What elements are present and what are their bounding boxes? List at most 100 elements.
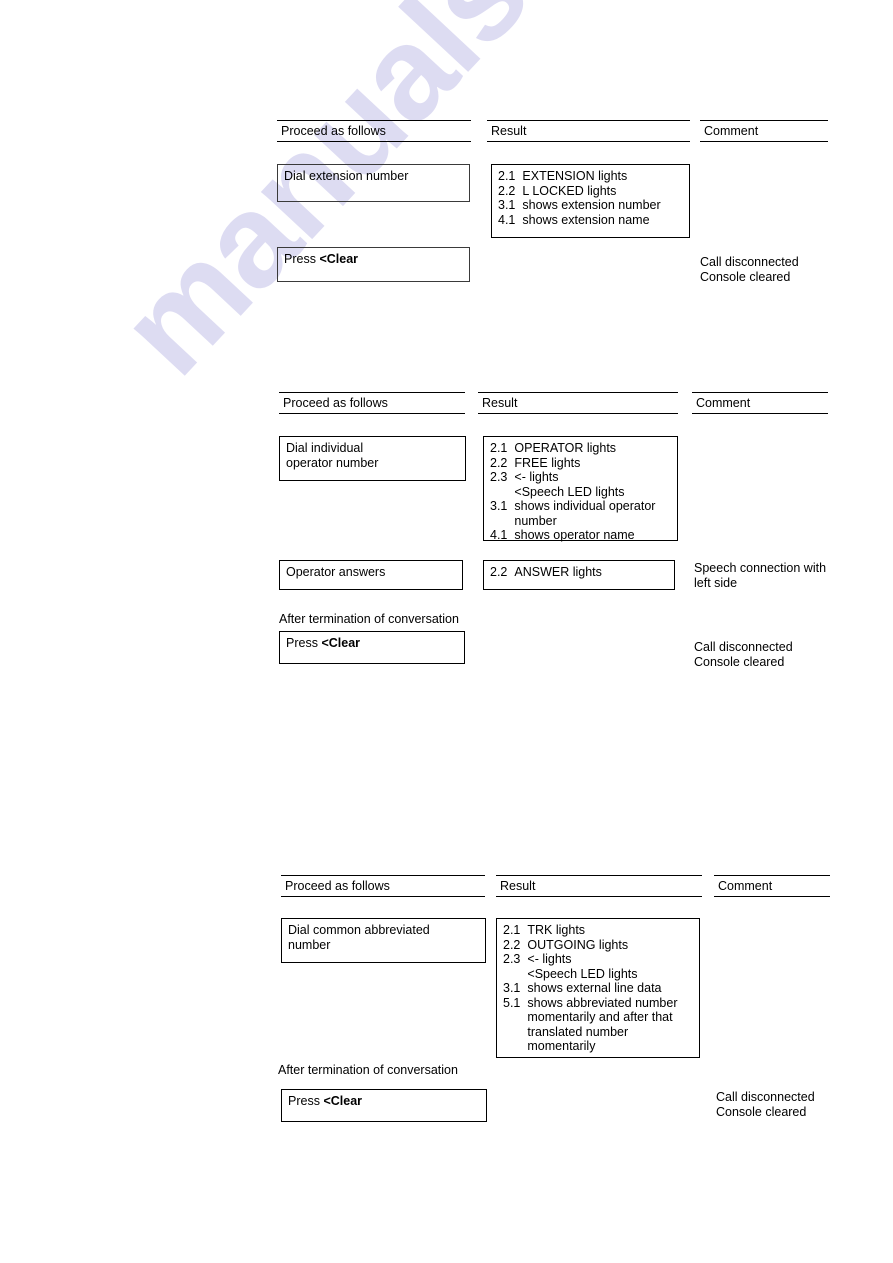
note-after-termination: After termination of conversation xyxy=(278,1063,458,1077)
comment-call-disconnected: Call disconnected Console cleared xyxy=(700,255,799,284)
table1-header-comment-label: Comment xyxy=(704,124,759,138)
result-item-number: 2.2 xyxy=(498,183,516,198)
table3-header-comment: Comment xyxy=(714,875,830,897)
table3-header-proceed-label: Proceed as follows xyxy=(285,879,390,893)
comment-line: Console cleared xyxy=(694,654,785,669)
document-page: manualshive.com Proceed as follows Resul… xyxy=(0,0,893,1263)
clear-key-label: <Clear xyxy=(319,252,359,266)
action-box-press-clear: Press <Clear xyxy=(281,1089,487,1122)
result-item-continuation: <Speech LED lights xyxy=(490,485,655,500)
table2-header-proceed: Proceed as follows xyxy=(279,392,465,414)
result-item-continuation: <Speech LED lights xyxy=(503,967,677,982)
result-item-number: 2.2 xyxy=(503,937,521,952)
table1-header-comment: Comment xyxy=(700,120,828,142)
result-item-number: 2.2 xyxy=(490,565,508,579)
table3-header-result-label: Result xyxy=(500,879,536,893)
result-item-text: shows abbreviated number xyxy=(527,995,678,1010)
result-item-text: L LOCKED lights xyxy=(522,183,617,198)
result-item-number: 2.1 xyxy=(503,923,521,937)
action-line: operator number xyxy=(286,455,379,470)
result-item-number: 2.3 xyxy=(490,470,508,484)
action-line: Operator answers xyxy=(286,565,386,579)
result-item-number xyxy=(503,1010,527,1025)
result-item-number xyxy=(503,967,527,982)
action-line: Press <Clear xyxy=(286,636,459,651)
result-list: 2.1 TRK lights 2.2 OUTGOING lights 2.3 <… xyxy=(503,923,677,1054)
table1-header-proceed-label: Proceed as follows xyxy=(281,124,386,138)
result-item-number: 3.1 xyxy=(490,499,508,513)
rule-bottom xyxy=(700,141,828,142)
clear-key-label: <Clear xyxy=(321,636,361,650)
rule-bottom xyxy=(277,141,471,142)
action-box-press-clear: Press <Clear xyxy=(277,247,470,282)
comment-call-disconnected: Call disconnected Console cleared xyxy=(716,1090,815,1119)
result-item: 3.1 shows individual operator xyxy=(490,499,655,514)
table2-header-comment-label: Comment xyxy=(696,396,751,410)
result-item-number: 4.1 xyxy=(498,212,516,227)
result-item: 3.1 shows extension number xyxy=(498,198,661,213)
result-item-text: <- lights xyxy=(514,470,559,484)
press-label: Press xyxy=(284,252,320,266)
comment-line: Call disconnected xyxy=(716,1090,815,1104)
table2-header-result-label: Result xyxy=(482,396,518,410)
result-item-text: momentarily and after that xyxy=(527,1010,673,1024)
comment-line: Call disconnected xyxy=(700,255,799,269)
result-item: 2.2 OUTGOING lights xyxy=(503,938,677,953)
result-item-number: 2.1 xyxy=(498,169,516,183)
result-item-text: shows operator name xyxy=(514,528,635,542)
rule-bottom xyxy=(692,413,828,414)
comment-line: Console cleared xyxy=(716,1104,807,1119)
comment-line: Speech connection with xyxy=(694,561,827,575)
result-item-number xyxy=(503,1025,527,1040)
note-after-termination: After termination of conversation xyxy=(279,612,459,626)
result-item-text: shows extension number xyxy=(522,198,661,212)
result-item-continuation: number xyxy=(490,514,655,529)
table2-header-proceed-label: Proceed as follows xyxy=(283,396,388,410)
result-item: 5.1 shows abbreviated number xyxy=(503,996,677,1011)
result-item: 2.1 EXTENSION lights xyxy=(498,169,661,184)
clear-key-label: <Clear xyxy=(323,1094,363,1108)
result-item: 2.3 <- lights xyxy=(503,952,677,967)
result-item-text: momentarily xyxy=(527,1039,596,1053)
result-item: 2.1 OPERATOR lights xyxy=(490,441,655,456)
result-box-extension: 2.1 EXTENSION lights 2.2 L LOCKED lights… xyxy=(491,164,690,238)
result-item-text: ANSWER lights xyxy=(514,565,602,579)
comment-call-disconnected: Call disconnected Console cleared xyxy=(694,640,793,669)
result-item-text: number xyxy=(514,513,557,528)
result-item-text: EXTENSION lights xyxy=(522,169,628,183)
result-item: 4.1 shows operator name xyxy=(490,528,655,543)
result-item-text: <Speech LED lights xyxy=(527,966,638,981)
result-item-number: 3.1 xyxy=(498,198,516,212)
result-item-number: 2.1 xyxy=(490,441,508,455)
result-item-continuation: translated number xyxy=(503,1025,677,1040)
result-list: 2.1 OPERATOR lights 2.2 FREE lights 2.3 … xyxy=(490,441,655,543)
result-box-individual-operator: 2.1 OPERATOR lights 2.2 FREE lights 2.3 … xyxy=(483,436,678,543)
result-item-text: OPERATOR lights xyxy=(514,441,617,455)
result-item-number: 5.1 xyxy=(503,995,521,1010)
result-item-number: 2.3 xyxy=(503,952,521,966)
result-item-text: translated number xyxy=(527,1024,629,1039)
action-line: Dial extension number xyxy=(284,169,409,183)
press-label: Press xyxy=(286,636,322,650)
result-item-continuation: momentarily and after that xyxy=(503,1010,677,1025)
comment-speech-connection: Speech connection with left side xyxy=(694,561,826,590)
result-item-text: FREE lights xyxy=(514,455,581,470)
result-box-answer-lights: 2.2 ANSWER lights xyxy=(483,560,675,590)
table1-header-result: Result xyxy=(487,120,690,142)
table3-header-proceed: Proceed as follows xyxy=(281,875,485,897)
result-box-abbreviated-number: 2.1 TRK lights 2.2 OUTGOING lights 2.3 <… xyxy=(496,918,700,1058)
result-list: 2.2 ANSWER lights xyxy=(490,565,602,580)
result-item-number xyxy=(490,485,514,500)
table1-header-proceed: Proceed as follows xyxy=(277,120,471,142)
table2-header-comment: Comment xyxy=(692,392,828,414)
result-item: 2.2 ANSWER lights xyxy=(490,565,602,580)
table3-header-comment-label: Comment xyxy=(718,879,773,893)
action-line: Press <Clear xyxy=(288,1094,481,1109)
result-item-number xyxy=(490,514,514,529)
result-item: 2.3 <- lights xyxy=(490,470,655,485)
action-line: Press <Clear xyxy=(284,252,464,267)
action-line: Dial common abbreviated xyxy=(288,923,430,937)
table3-header-result: Result xyxy=(496,875,702,897)
result-item-continuation: momentarily xyxy=(503,1039,677,1054)
result-item-text: <- lights xyxy=(527,952,572,966)
